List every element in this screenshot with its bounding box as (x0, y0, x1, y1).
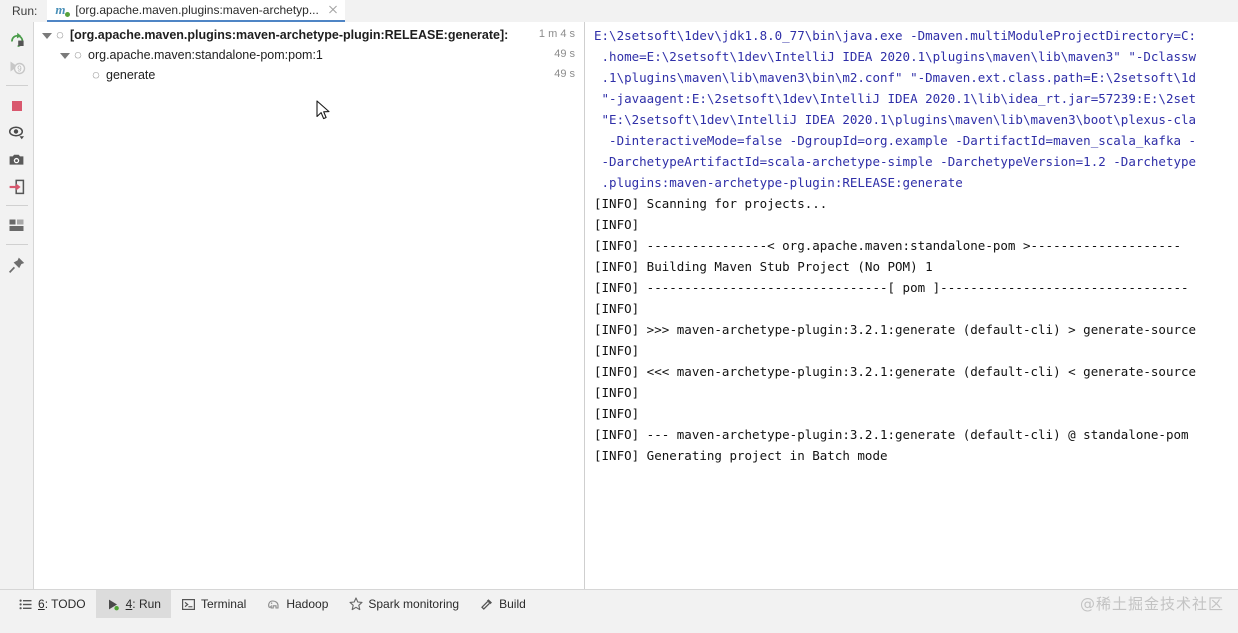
watermark: @稀土掘金技术社区 (1079, 595, 1224, 613)
star-icon (348, 597, 363, 612)
console-line: .home=E:\2setsoft\1dev\IntelliJ IDEA 202… (594, 49, 1197, 64)
sidebar-item-label: Build (499, 597, 526, 611)
toolbar-divider-1 (5, 85, 28, 86)
run-tab-strip: Run: m [org.apache.maven.plugins:maven-a… (0, 0, 1238, 22)
terminal-icon (181, 597, 196, 612)
console-line: [INFO] Generating project in Batch mode (594, 448, 888, 463)
console-line: E:\2setsoft\1dev\jdk1.8.0_77\bin\java.ex… (594, 28, 1197, 43)
console-line: [INFO] (594, 406, 640, 421)
maven-icon: m (55, 2, 71, 18)
run-tool-window: Run: m [org.apache.maven.plugins:maven-a… (0, 0, 1238, 633)
toggle-auto-test-icon[interactable] (3, 119, 31, 146)
run-tab-title: [org.apache.maven.plugins:maven-archetyp… (75, 3, 319, 17)
console-line: .plugins:maven-archetype-plugin:RELEASE:… (594, 175, 963, 190)
svg-text:9: 9 (17, 64, 22, 73)
export-snapshot-icon[interactable] (3, 146, 31, 173)
sidebar-item-number: 6 (38, 597, 45, 611)
stop-icon[interactable] (3, 92, 31, 119)
sidebar-item-spark-monitoring[interactable]: Spark monitoring (338, 590, 469, 618)
sidebar-item-terminal[interactable]: Terminal (171, 590, 256, 618)
chevron-down-icon[interactable] (58, 49, 71, 62)
sidebar-item-label: Hadoop (286, 597, 329, 611)
sidebar-item-number: 4 (125, 597, 133, 611)
tree-node-label: [org.apache.maven.plugins:maven-archetyp… (70, 28, 509, 42)
run-toolbar: 9 (0, 22, 34, 589)
tree-node-duration: 1 m 4 s (538, 28, 575, 40)
run-content: ◌ [org.apache.maven.plugins:maven-archet… (34, 22, 1238, 589)
console-output[interactable]: E:\2setsoft\1dev\jdk1.8.0_77\bin\java.ex… (586, 22, 1238, 589)
tree-row[interactable]: ◌ generate 49 s (34, 65, 584, 85)
sidebar-item-label: : Run (132, 597, 161, 611)
rerun-failed-tests-icon[interactable]: 9 (3, 53, 31, 80)
task-icon: ◌ (56, 27, 64, 42)
tree-row[interactable]: ◌ org.apache.maven:standalone-pom:pom:1 … (34, 45, 584, 65)
sidebar-item-build[interactable]: Build (469, 590, 536, 618)
rerun-icon[interactable] (3, 26, 31, 53)
status-bar: 6 : TODO 4 : Run Terminal Hadoop Spark m… (0, 589, 1238, 633)
pin-tab-icon[interactable] (3, 251, 31, 278)
console-line: [INFO] >>> maven-archetype-plugin:3.2.1:… (594, 322, 1197, 337)
sidebar-item-label: Spark monitoring (368, 597, 460, 611)
console-line: [INFO] <<< maven-archetype-plugin:3.2.1:… (594, 364, 1197, 379)
sidebar-item-label: Terminal (200, 597, 247, 611)
hadoop-elephant-icon (266, 597, 281, 612)
console-line: [INFO] (594, 343, 640, 358)
tree-node-label: generate (106, 68, 156, 82)
console-line: -DarchetypeArtifactId=scala-archetype-si… (594, 154, 1197, 169)
console-line: [INFO] Scanning for projects... (594, 196, 828, 211)
console-line: "-javaagent:E:\2setsoft\1dev\IntelliJ ID… (594, 91, 1197, 106)
mouse-cursor (316, 100, 330, 120)
layout-settings-icon[interactable] (3, 212, 31, 239)
task-icon: ◌ (74, 47, 82, 62)
sidebar-item-todo[interactable]: 6 : TODO (8, 590, 96, 618)
test-tree-panel[interactable]: ◌ [org.apache.maven.plugins:maven-archet… (34, 22, 585, 589)
tree-node-label: org.apache.maven:standalone-pom:pom:1 (88, 48, 323, 62)
console-line: [INFO] (594, 301, 640, 316)
console-line: [INFO] (594, 217, 640, 232)
todo-list-icon (18, 597, 33, 612)
close-icon[interactable] (327, 4, 339, 16)
console-line: [INFO] --------------------------------[… (594, 280, 1189, 295)
sidebar-item-run[interactable]: 4 : Run (95, 590, 171, 618)
console-line: [INFO] Building Maven Stub Project (No P… (594, 259, 933, 274)
console-line: -DinteractiveMode=false -DgroupId=org.ex… (594, 133, 1197, 148)
run-configuration-tab[interactable]: m [org.apache.maven.plugins:maven-archet… (47, 0, 345, 22)
hammer-icon (479, 597, 494, 612)
console-line: [INFO] ----------------< org.apache.mave… (594, 238, 1181, 253)
run-tool-window-label: Run: (12, 4, 38, 18)
tree-row[interactable]: ◌ [org.apache.maven.plugins:maven-archet… (34, 25, 584, 45)
console-line: .1\plugins\maven\lib\maven3\bin\m2.conf"… (594, 70, 1197, 85)
import-results-icon[interactable] (3, 173, 31, 200)
console-line: [INFO] (594, 385, 640, 400)
sidebar-item-label: : TODO (44, 597, 86, 611)
toolbar-divider-3 (5, 244, 28, 245)
chevron-down-icon[interactable] (40, 29, 53, 42)
toolbar-divider-2 (5, 205, 28, 206)
console-line: "E:\2setsoft\1dev\IntelliJ IDEA 2020.1\p… (594, 112, 1197, 127)
tree-node-duration: 49 s (554, 48, 575, 60)
task-icon: ◌ (92, 67, 100, 82)
tree-node-duration: 49 s (554, 68, 575, 80)
sidebar-item-hadoop[interactable]: Hadoop (256, 590, 338, 618)
run-play-icon (106, 597, 121, 612)
console-line: [INFO] --- maven-archetype-plugin:3.2.1:… (594, 427, 1189, 442)
tool-window-buttons: 6 : TODO 4 : Run Terminal Hadoop Spark m… (8, 590, 536, 618)
